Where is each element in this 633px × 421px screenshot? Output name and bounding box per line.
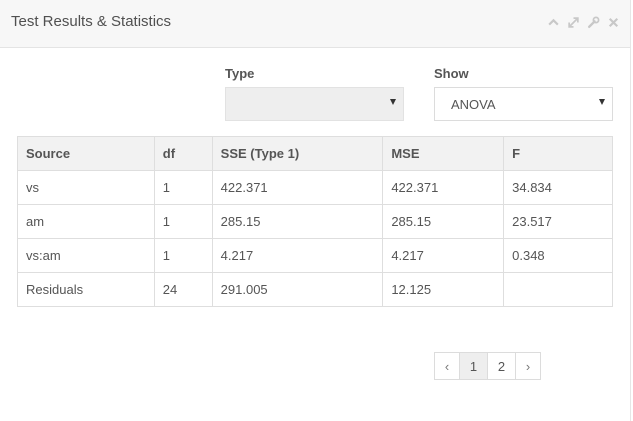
pagination-next-button[interactable]: ›: [515, 352, 541, 380]
table-cell: 0.348: [503, 238, 613, 273]
column-header-mse: MSE: [382, 136, 505, 171]
table-cell: 285.15: [211, 204, 384, 239]
table-cell: 1: [153, 204, 213, 239]
table-cell: 422.371: [382, 170, 505, 205]
panel-header: Test Results & Statistics: [0, 0, 630, 48]
show-select[interactable]: ANOVA: [434, 87, 613, 121]
table-cell: 12.125: [382, 272, 505, 307]
type-select[interactable]: [225, 87, 404, 121]
table-cell: 1: [153, 170, 213, 205]
chevron-up-icon[interactable]: [546, 15, 560, 29]
type-label: Type: [225, 66, 255, 81]
column-header-sse: SSE (Type 1): [211, 136, 384, 171]
table-cell: [503, 272, 613, 307]
wrench-icon[interactable]: [586, 15, 600, 29]
table-cell: 285.15: [382, 204, 505, 239]
column-header-f: F: [503, 136, 613, 171]
close-icon[interactable]: [606, 15, 620, 29]
pagination-page-2[interactable]: 2: [487, 352, 516, 380]
column-header-df: df: [153, 136, 213, 171]
pagination: ‹ 1 2 ›: [434, 352, 541, 380]
table-cell: 4.217: [211, 238, 384, 273]
table-cell: 34.834: [503, 170, 613, 205]
anova-table: Source df SSE (Type 1) MSE F vs 1 422.37…: [17, 136, 613, 307]
table-cell: vs:am: [17, 238, 155, 273]
table-row: am 1 285.15 285.15 23.517: [17, 204, 613, 239]
chevron-down-icon: [599, 99, 605, 105]
table-cell: 422.371: [211, 170, 384, 205]
table-cell: 291.005: [211, 272, 384, 307]
table-cell: vs: [17, 170, 155, 205]
table-cell: 24: [153, 272, 213, 307]
test-results-panel: Test Results & Statistics Type Show ANOV…: [0, 0, 631, 421]
table-row: Residuals 24 291.005 12.125: [17, 272, 613, 307]
table-cell: 1: [153, 238, 213, 273]
column-header-source: Source: [17, 136, 155, 171]
expand-icon[interactable]: [566, 15, 580, 29]
panel-tools: [546, 15, 620, 29]
panel-title: Test Results & Statistics: [11, 13, 172, 30]
table-row: vs 1 422.371 422.371 34.834: [17, 170, 613, 205]
table-cell: 23.517: [503, 204, 613, 239]
chevron-down-icon: [390, 99, 396, 105]
table-header-row: Source df SSE (Type 1) MSE F: [17, 136, 613, 171]
pagination-page-1[interactable]: 1: [459, 352, 488, 380]
table-cell: am: [17, 204, 155, 239]
table-cell: 4.217: [382, 238, 505, 273]
pagination-prev-button[interactable]: ‹: [434, 352, 460, 380]
show-label: Show: [434, 66, 469, 81]
table-row: vs:am 1 4.217 4.217 0.348: [17, 238, 613, 273]
table-cell: Residuals: [17, 272, 155, 307]
show-select-value: ANOVA: [451, 97, 496, 112]
